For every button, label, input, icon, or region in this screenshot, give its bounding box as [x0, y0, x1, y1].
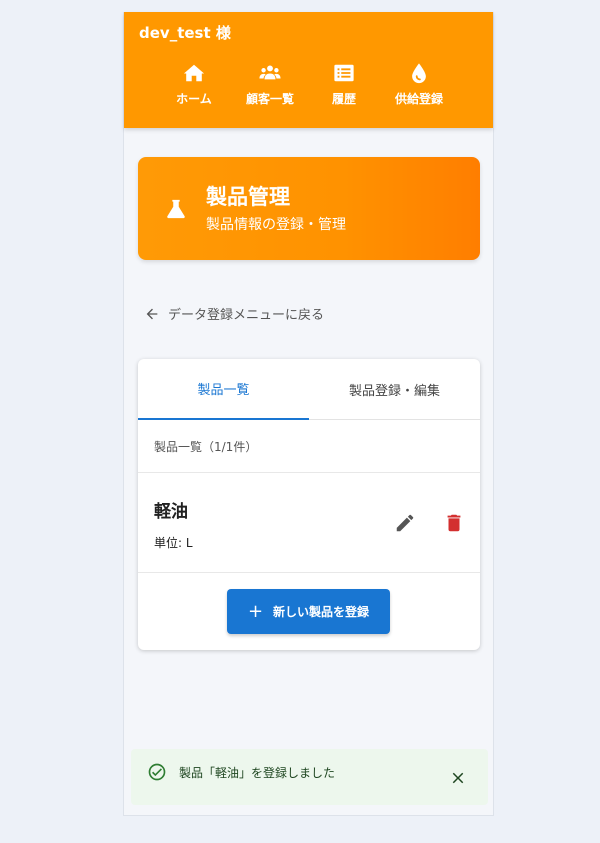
divider [138, 472, 480, 473]
tab-bar: 製品一覧 製品登録・編集 [138, 359, 480, 420]
add-product-label: 新しい製品を登録 [273, 605, 370, 619]
list-icon [334, 64, 354, 82]
nav-history[interactable]: 履歴 [319, 62, 369, 107]
nav-supply[interactable]: 供給登録 [384, 62, 454, 107]
toast-message: 製品「軽油」を登録しました [179, 766, 336, 780]
nav-customers-label: 顧客一覧 [245, 92, 294, 106]
nav-history-label: 履歴 [331, 92, 356, 106]
list-header: 製品一覧（1/1件） [154, 440, 258, 454]
page-title: 製品管理 [206, 185, 290, 209]
main-nav: ホーム 顧客一覧 履歴 供給登録 [164, 62, 464, 112]
nav-home-label: ホーム [176, 92, 212, 106]
back-link-label: データ登録メニューに戻る [168, 308, 325, 323]
add-product-button[interactable]: + 新しい製品を登録 [227, 589, 390, 634]
page-subtitle: 製品情報の登録・管理 [206, 217, 346, 233]
pencil-icon [396, 514, 414, 532]
page-banner: 製品管理 製品情報の登録・管理 [138, 157, 480, 260]
users-icon [259, 65, 281, 80]
tab-product-edit[interactable]: 製品登録・編集 [309, 359, 480, 420]
product-card: 製品一覧 製品登録・編集 製品一覧（1/1件） 軽油 単位: L + 新しい製品… [138, 359, 480, 650]
divider [138, 572, 480, 573]
arrow-left-icon [146, 308, 158, 319]
app-container: dev_test 様 ホーム 顧客一覧 履歴 供給登録 製品管理 製品情報の登録… [123, 12, 494, 816]
check-circle-icon [147, 762, 167, 782]
plus-icon: + [247, 600, 264, 622]
home-icon [183, 64, 205, 82]
user-name: dev_test 様 [139, 24, 231, 42]
app-header: dev_test 様 ホーム 顧客一覧 履歴 供給登録 [124, 12, 493, 128]
close-icon[interactable] [449, 769, 467, 787]
droplet-icon [412, 63, 426, 84]
product-unit: 単位: L [154, 536, 193, 550]
nav-supply-label: 供給登録 [394, 92, 443, 106]
nav-customers[interactable]: 顧客一覧 [235, 62, 305, 107]
delete-button[interactable] [443, 512, 465, 534]
product-name: 軽油 [154, 502, 188, 522]
edit-button[interactable] [394, 512, 416, 534]
trash-icon [447, 514, 461, 532]
flask-icon [167, 199, 185, 219]
success-toast: 製品「軽油」を登録しました [131, 749, 488, 805]
back-link[interactable]: データ登録メニューに戻る [144, 304, 324, 323]
nav-home[interactable]: ホーム [164, 62, 224, 107]
tab-product-list[interactable]: 製品一覧 [138, 359, 309, 420]
